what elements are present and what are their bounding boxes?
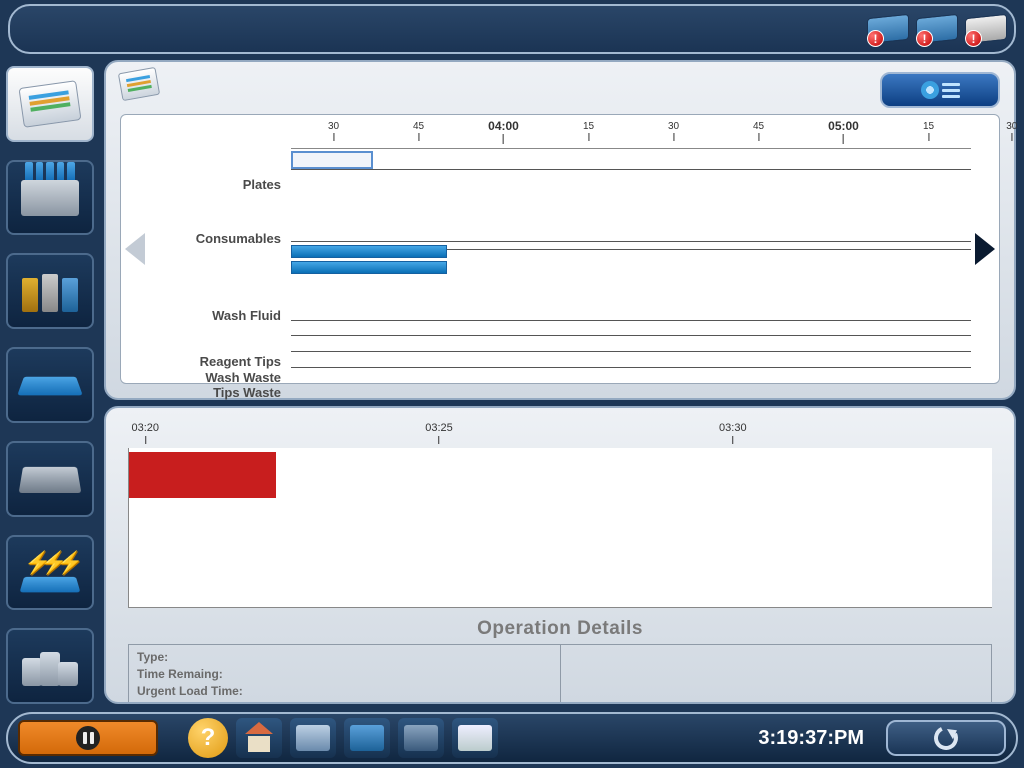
row-label-reagenttips: Reagent Tips [131,354,281,369]
transfer-button[interactable] [344,718,390,758]
top-bar: ! ! ! [8,4,1016,54]
row-label-plates: Plates [131,177,281,192]
row-label-tipswaste: Tips Waste [131,385,281,400]
opd-value-1 [569,649,984,666]
sidebar-plates[interactable] [6,347,94,423]
detail-time-axis: 03:2003:2503:30 [128,422,992,448]
opd-time-remaining-label: Time Remaing: [137,666,552,683]
opd-type-label: Type: [137,649,552,666]
transfer-icon [350,725,384,751]
home-button[interactable] [236,718,282,758]
checklist-icon [458,725,492,751]
alert-tray-2[interactable]: ! [914,11,959,47]
drums-icon [22,646,78,686]
gantt-panel: Plates Consumables Wash Fluid Reagent Ti… [104,60,1016,400]
sidebar-sample-racks[interactable] [6,160,94,236]
gear-icon [921,81,939,99]
sidebar-waste[interactable] [6,628,94,704]
checklist-button[interactable] [452,718,498,758]
bottles-icon [22,270,78,312]
alert-badge-icon: ! [916,30,933,47]
bottom-bar: ? 3:19:37:PM [6,712,1018,764]
sidebar-reagent-bottles[interactable] [6,253,94,329]
row-label-washfluid: Wash Fluid [131,308,281,323]
home-icon [245,722,273,734]
racks-button[interactable] [398,718,444,758]
worklist-icon [296,725,330,751]
pause-icon [76,726,100,750]
detail-panel: 03:2003:2503:30 Operation Details Type: … [104,406,1016,704]
sidebar: ⚡⚡⚡ [6,60,100,704]
instrument-icon [19,467,82,493]
racks-icon [404,725,438,751]
row-label-washwaste: Wash Waste [131,370,281,385]
refresh-button[interactable] [886,720,1006,756]
gantt-row-labels: Plates Consumables Wash Fluid Reagent Ti… [131,145,281,377]
alert-badge-icon: ! [867,30,884,47]
rack-icon [21,180,79,216]
plate-icon [17,377,83,396]
schedule-mini-icon [118,67,160,101]
opd-urgent-load-label: Urgent Load Time: [137,683,552,700]
refresh-icon [931,723,962,754]
alert-badge-icon: ! [965,30,982,47]
detail-chart[interactable] [128,448,992,608]
gantt-chart: Plates Consumables Wash Fluid Reagent Ti… [120,114,1000,384]
operation-details-grid: Type: Time Remaing: Urgent Load Time: [128,644,992,704]
worklist-button[interactable] [290,718,336,758]
operation-details-title: Operation Details [128,618,992,640]
gantt-bar[interactable] [291,245,447,258]
schedule-icon [18,80,81,128]
settings-button[interactable] [880,72,1000,108]
row-label-consumables: Consumables [131,231,281,246]
list-icon [942,83,960,98]
sidebar-heating[interactable]: ⚡⚡⚡ [6,535,94,611]
sidebar-instrument[interactable] [6,441,94,517]
clock: 3:19:37:PM [758,727,878,750]
gantt-bar[interactable] [291,151,373,169]
help-button[interactable]: ? [188,718,228,758]
gantt-next-button[interactable] [975,233,995,265]
main-area: Plates Consumables Wash Fluid Reagent Ti… [104,60,1016,704]
gantt-time-axis: 04:0005:0030451530451530 [291,121,971,149]
detail-block[interactable] [129,452,276,498]
heating-icon: ⚡⚡⚡ [22,550,78,594]
gantt-bar[interactable] [291,261,447,274]
gantt-area[interactable]: 04:0005:0030451530451530 [291,121,971,377]
pause-button[interactable] [18,720,158,756]
alert-boxes[interactable]: ! [963,11,1008,47]
alert-tray-1[interactable]: ! [865,11,910,47]
sidebar-schedule-view[interactable] [6,66,94,142]
